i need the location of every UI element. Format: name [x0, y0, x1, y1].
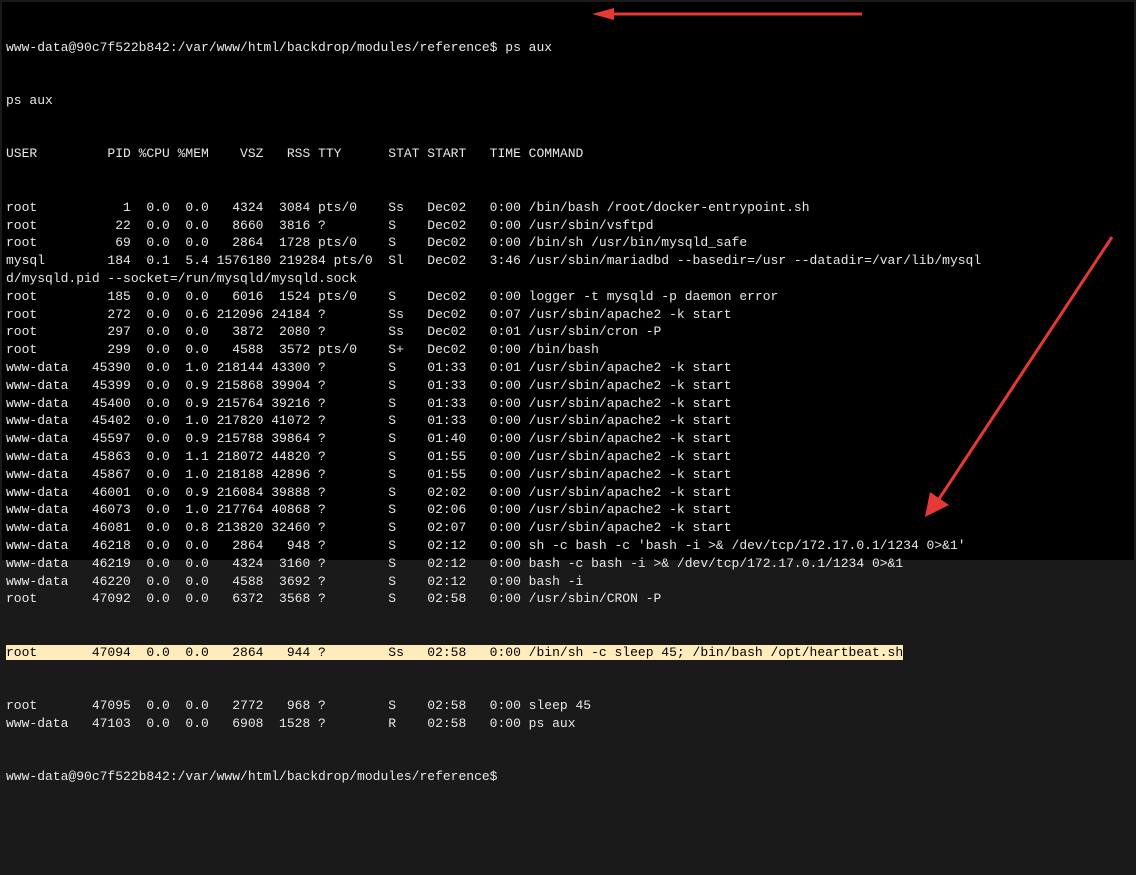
ps-header: USER PID %CPU %MEM VSZ RSS TTY STAT STAR…	[6, 145, 1130, 163]
process-row: www-data 45867 0.0 1.0 218188 42896 ? S …	[6, 466, 1130, 484]
process-row: www-data 47103 0.0 0.0 6908 1528 ? R 02:…	[6, 715, 1130, 733]
process-row: www-data 45863 0.0 1.1 218072 44820 ? S …	[6, 448, 1130, 466]
process-row: root 69 0.0 0.0 2864 1728 pts/0 S Dec02 …	[6, 234, 1130, 252]
prompt-line-1: www-data@90c7f522b842:/var/www/html/back…	[6, 39, 1130, 57]
process-row: root 22 0.0 0.0 8660 3816 ? S Dec02 0:00…	[6, 217, 1130, 235]
process-row: mysql 184 0.1 5.4 1576180 219284 pts/0 S…	[6, 252, 1130, 270]
process-row: www-data 46218 0.0 0.0 2864 948 ? S 02:1…	[6, 537, 1130, 555]
process-row: root 185 0.0 0.0 6016 1524 pts/0 S Dec02…	[6, 288, 1130, 306]
process-row: www-data 46081 0.0 0.8 213820 32460 ? S …	[6, 519, 1130, 537]
process-row: www-data 46073 0.0 1.0 217764 40868 ? S …	[6, 501, 1130, 519]
process-row: www-data 45390 0.0 1.0 218144 43300 ? S …	[6, 359, 1130, 377]
echo-line: ps aux	[6, 92, 1130, 110]
process-row: www-data 45402 0.0 1.0 217820 41072 ? S …	[6, 412, 1130, 430]
process-row: www-data 45400 0.0 0.9 215764 39216 ? S …	[6, 395, 1130, 413]
annotation-arrow-top	[592, 8, 862, 20]
process-row: www-data 45597 0.0 0.9 215788 39864 ? S …	[6, 430, 1130, 448]
process-row: d/mysqld.pid --socket=/run/mysqld/mysqld…	[6, 270, 1130, 288]
process-row: root 272 0.0 0.6 212096 24184 ? Ss Dec02…	[6, 306, 1130, 324]
process-row: root 299 0.0 0.0 4588 3572 pts/0 S+ Dec0…	[6, 341, 1130, 359]
process-row: root 47095 0.0 0.0 2772 968 ? S 02:58 0:…	[6, 697, 1130, 715]
terminal[interactable]: www-data@90c7f522b842:/var/www/html/back…	[2, 2, 1134, 560]
process-row: www-data 45399 0.0 0.9 215868 39904 ? S …	[6, 377, 1130, 395]
process-row: www-data 46219 0.0 0.0 4324 3160 ? S 02:…	[6, 555, 1130, 573]
process-row: root 47092 0.0 0.0 6372 3568 ? S 02:58 0…	[6, 590, 1130, 608]
process-row: root 1 0.0 0.0 4324 3084 pts/0 Ss Dec02 …	[6, 199, 1130, 217]
process-rows-after: root 47095 0.0 0.0 2772 968 ? S 02:58 0:…	[6, 697, 1130, 733]
process-row: root 297 0.0 0.0 3872 2080 ? Ss Dec02 0:…	[6, 323, 1130, 341]
process-rows: root 1 0.0 0.0 4324 3084 pts/0 Ss Dec02 …	[6, 199, 1130, 608]
process-row: www-data 46220 0.0 0.0 4588 3692 ? S 02:…	[6, 573, 1130, 591]
process-row: www-data 46001 0.0 0.9 216084 39888 ? S …	[6, 484, 1130, 502]
prompt-line-2: www-data@90c7f522b842:/var/www/html/back…	[6, 768, 1130, 786]
highlighted-process-row: root 47094 0.0 0.0 2864 944 ? Ss 02:58 0…	[6, 644, 1130, 662]
